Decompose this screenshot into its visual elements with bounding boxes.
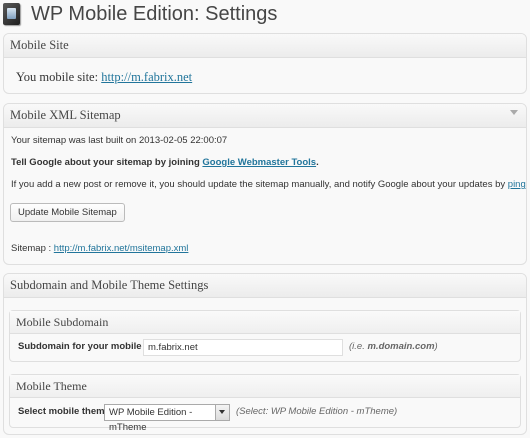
subdomain-hint-prefix: (i.e.	[349, 341, 368, 352]
tell-google-suffix: .	[316, 157, 319, 168]
sitemap-url-line: Sitemap : http://m.fabrix.net/msitemap.x…	[11, 243, 188, 254]
settings-heading: Subdomain and Mobile Theme Settings	[4, 274, 526, 298]
page-header: WP Mobile Edition: Settings	[0, 0, 530, 30]
update-mobile-sitemap-button[interactable]: Update Mobile Sitemap	[10, 203, 125, 222]
google-webmaster-tools-link[interactable]: Google Webmaster Tools	[202, 157, 316, 168]
tell-google-text: Tell Google about your sitemap by joinin…	[11, 157, 200, 168]
mobile-subdomain-section: Mobile Subdomain Subdomain for your mobi…	[9, 310, 521, 362]
subdomain-hint-suffix: )	[434, 341, 438, 352]
sitemap-box: Mobile XML Sitemap Your sitemap was last…	[3, 103, 527, 265]
subdomain-label-text: Subdomain for your mobile site:	[18, 341, 164, 352]
mobile-theme-select[interactable]: WP Mobile Edition - mTheme	[104, 404, 230, 433]
mobile-theme-section: Mobile Theme Select mobile theme : WP Mo…	[9, 374, 521, 433]
pinging-it-link[interactable]: pinging it	[508, 179, 526, 190]
notify-text: If you add a new post or remove it, you …	[11, 179, 506, 190]
mobile-site-content: You mobile site: http://m.fabrix.net	[4, 58, 526, 85]
sitemap-url-link[interactable]: http://m.fabrix.net/msitemap.xml	[54, 243, 189, 254]
mobile-phone-icon	[3, 3, 20, 25]
mobile-site-heading: Mobile Site	[4, 34, 526, 58]
mobile-site-label: You mobile site:	[16, 70, 99, 84]
sitemap-last-built: Your sitemap was last built on 2013-02-0…	[11, 135, 228, 146]
sitemap-label: Sitemap :	[11, 243, 52, 254]
mobile-subdomain-heading: Mobile Subdomain	[10, 311, 520, 334]
settings-box: Subdomain and Mobile Theme Settings Mobi…	[3, 273, 527, 435]
mobile-theme-heading: Mobile Theme	[10, 375, 520, 398]
mobile-theme-selected: WP Mobile Edition - mTheme	[109, 407, 193, 433]
dropdown-arrow-icon[interactable]	[215, 405, 229, 420]
sitemap-heading: Mobile XML Sitemap	[4, 104, 526, 128]
subdomain-hint: (i.e. m.domain.com)	[349, 341, 438, 352]
subdomain-hint-example: m.domain.com	[367, 341, 435, 352]
page-title: WP Mobile Edition: Settings	[31, 3, 278, 25]
sitemap-content: Your sitemap was last built on 2013-02-0…	[4, 128, 526, 264]
tell-google-line: Tell Google about your sitemap by joinin…	[11, 157, 319, 168]
notify-line: If you add a new post or remove it, you …	[11, 179, 526, 190]
mobile-site-box: Mobile Site You mobile site: http://m.fa…	[3, 33, 527, 94]
theme-label: Select mobile theme :	[18, 406, 116, 417]
subdomain-input[interactable]: m.fabrix.net	[143, 339, 343, 356]
subdomain-label: Subdomain for your mobile site:	[18, 341, 164, 352]
mobile-site-link[interactable]: http://m.fabrix.net	[101, 70, 192, 84]
collapse-arrow-icon[interactable]	[510, 110, 518, 115]
theme-hint: (Select: WP Mobile Edition - mTheme)	[236, 406, 398, 417]
theme-label-text: Select mobile theme :	[18, 406, 116, 417]
